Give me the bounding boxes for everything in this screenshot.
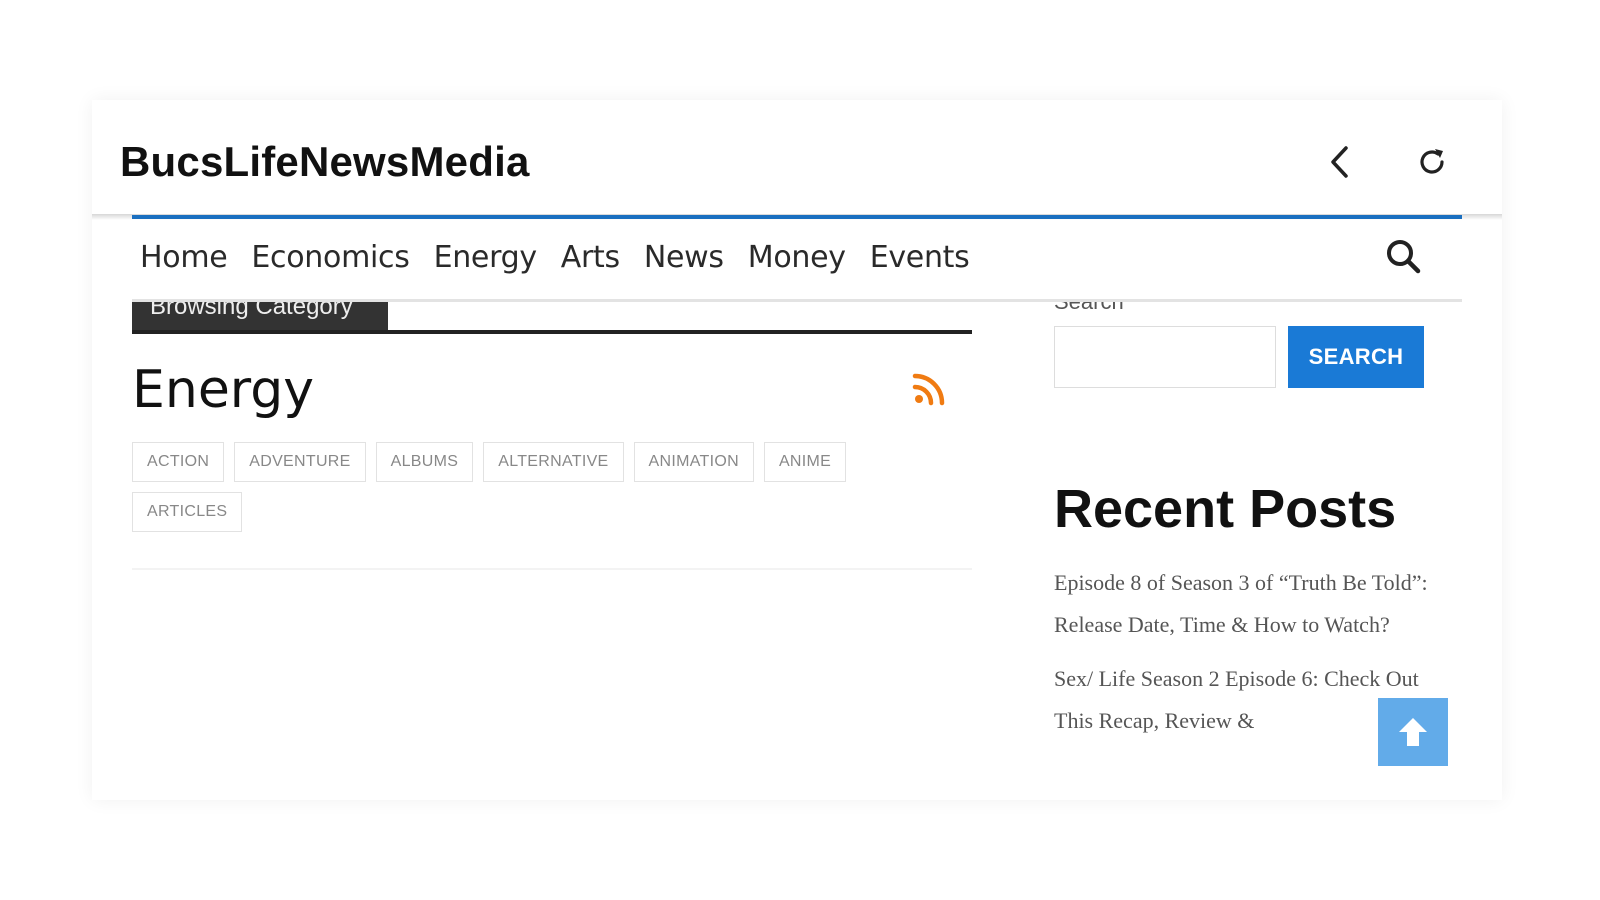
tag-alternative[interactable]: ALTERNATIVE: [483, 442, 624, 482]
recent-posts-title: Recent Posts: [1054, 479, 1397, 539]
recent-posts-list: Episode 8 of Season 3 of “Truth Be Told”…: [1054, 562, 1434, 778]
search-input[interactable]: [1054, 326, 1276, 388]
search-submit-button[interactable]: SEARCH: [1288, 326, 1424, 388]
rss-icon: [912, 373, 945, 406]
recent-post-link[interactable]: Sex/ Life Season 2 Episode 6: Check Out …: [1054, 658, 1434, 742]
sidebar-search-label: Search: [1054, 302, 1254, 312]
tag-animation[interactable]: ANIMATION: [633, 442, 754, 482]
arrow-up-icon: [1399, 718, 1427, 746]
category-title: Energy: [132, 360, 315, 420]
content-divider: [132, 568, 972, 570]
main-nav: Home Economics Energy Arts News Money Ev…: [140, 240, 970, 275]
header-accent-rule: [132, 215, 1462, 219]
tag-adventure[interactable]: ADVENTURE: [234, 442, 366, 482]
tag-anime[interactable]: ANIME: [763, 442, 847, 482]
app-title: BucsLifeNewsMedia: [120, 138, 530, 185]
nav-item-economics[interactable]: Economics: [251, 240, 409, 275]
reload-icon: [1420, 149, 1444, 174]
tag-list: ACTION ADVENTURE ALBUMS ALTERNATIVE ANIM…: [132, 442, 892, 532]
app-bar: BucsLifeNewsMedia: [92, 100, 1502, 212]
nav-item-home[interactable]: Home: [140, 240, 228, 275]
scroll-to-top-button[interactable]: [1378, 698, 1448, 766]
tag-albums[interactable]: ALBUMS: [375, 442, 474, 482]
reload-button[interactable]: [1410, 140, 1454, 184]
back-button[interactable]: [1318, 140, 1362, 184]
rss-feed-button[interactable]: [912, 370, 948, 406]
nav-item-money[interactable]: Money: [748, 240, 846, 275]
browsing-category-label: Browsing Category: [132, 302, 388, 332]
tag-action[interactable]: ACTION: [132, 442, 225, 482]
nav-item-arts[interactable]: Arts: [561, 240, 620, 275]
chevron-left-icon: [1331, 146, 1348, 178]
header-search-button[interactable]: [1382, 235, 1426, 279]
recent-post-link[interactable]: Episode 8 of Season 3 of “Truth Be Told”…: [1054, 562, 1434, 646]
tag-articles[interactable]: ARTICLES: [132, 492, 243, 532]
browser-frame: BucsLifeNewsMedia Home Economics Energy …: [92, 100, 1502, 800]
nav-item-events[interactable]: Events: [870, 240, 970, 275]
nav-item-news[interactable]: News: [644, 240, 724, 275]
nav-item-energy[interactable]: Energy: [434, 240, 538, 275]
search-icon: [1387, 240, 1421, 274]
browsing-category-rule: [132, 330, 972, 334]
